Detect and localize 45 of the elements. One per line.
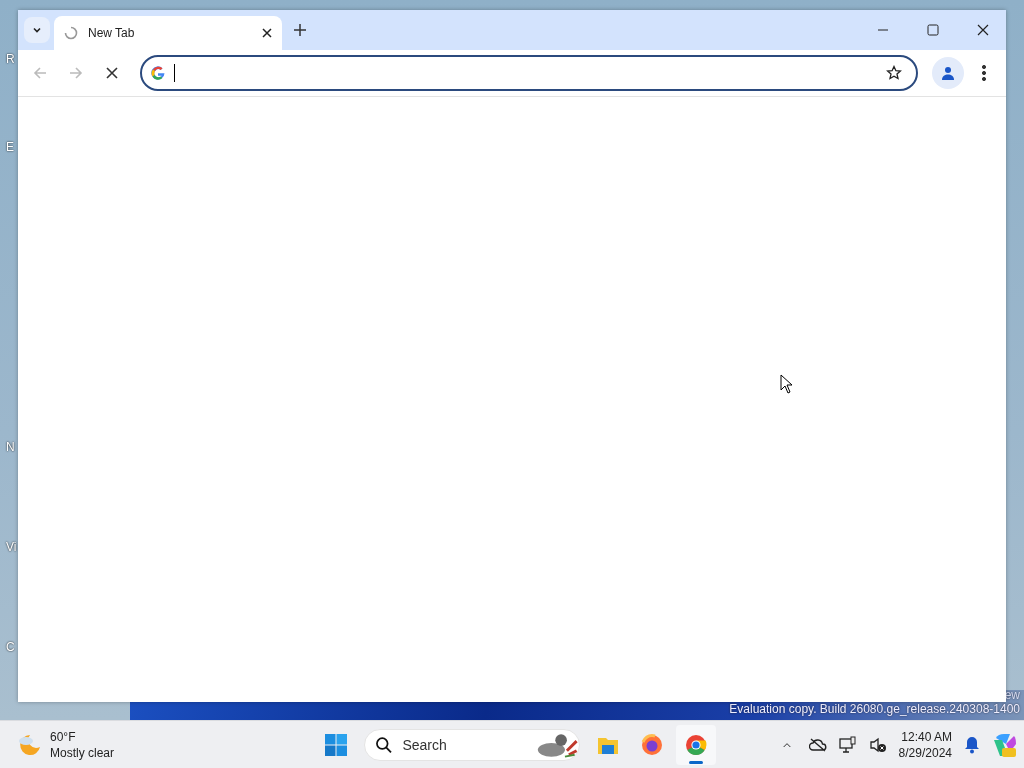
speaker-muted-icon[interactable] [868, 736, 887, 753]
copilot-logo-icon[interactable] [992, 731, 1018, 758]
loading-spinner-icon [64, 26, 78, 40]
close-icon [105, 66, 119, 80]
chevron-up-icon [782, 740, 791, 749]
person-icon [940, 65, 956, 81]
watermark-text: Evaluation copy. Build 26080.ge_release.240308-1400 [729, 702, 1020, 716]
address-bar[interactable] [140, 55, 918, 91]
date-text: 8/29/2024 [898, 744, 952, 761]
running-indicator [689, 760, 703, 764]
search-field[interactable]: Search [400, 735, 525, 754]
weather-widget[interactable]: 60°F Mostly clear [16, 728, 316, 761]
monitor-icon[interactable] [838, 735, 857, 754]
mouse-cursor-icon [780, 374, 794, 394]
desktop-icon-label[interactable]: E [6, 140, 14, 154]
weather-condition-text: Mostly clear [50, 744, 114, 761]
bell-icon[interactable] [964, 735, 980, 754]
close-icon[interactable] [262, 28, 272, 38]
search-box[interactable]: Search [364, 728, 580, 761]
temperature-text: 60°F [50, 728, 77, 745]
time-text: 12:40 AM [901, 728, 952, 745]
desktop-icon-label[interactable]: C [6, 640, 15, 654]
cloud-off-icon[interactable] [808, 736, 827, 753]
chrome-logo-icon [684, 732, 708, 757]
clock[interactable]: 12:40 AM 8/29/2024 [898, 728, 952, 761]
desktop-icon-label[interactable]: R [6, 52, 15, 66]
star-icon[interactable] [886, 65, 902, 81]
close-icon [977, 24, 989, 36]
text-cursor [174, 64, 175, 82]
windows-logo-icon [324, 732, 348, 757]
more-vertical-icon [982, 65, 986, 81]
taskbar-app-button[interactable] [676, 724, 716, 765]
desktop-icon-label[interactable]: Vi [6, 540, 17, 554]
desktop-icon-label[interactable]: N [6, 440, 15, 454]
search-icon [375, 735, 393, 754]
google-logo-icon [150, 65, 166, 81]
watermark-text: ew [1004, 688, 1020, 702]
plus-icon [293, 23, 307, 37]
browser-tab[interactable]: New Tab [54, 16, 282, 50]
arrow-right-icon [68, 65, 84, 81]
fox-globe-icon [640, 732, 664, 757]
tab-title: New Tab [88, 26, 136, 40]
arrow-left-icon [32, 65, 48, 81]
maximize-icon [927, 24, 939, 36]
profile-button[interactable] [932, 57, 964, 89]
